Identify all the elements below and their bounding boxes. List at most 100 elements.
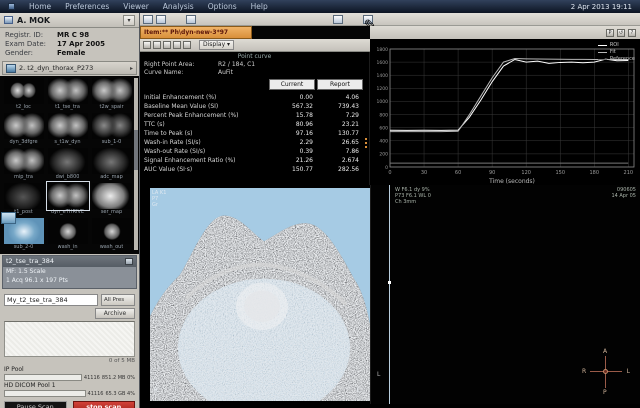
thumbnail-caption: sub_2-0 <box>14 244 34 251</box>
legend-entry: Reference <box>598 56 635 63</box>
thumbnail-cell[interactable]: t2w_spair <box>91 78 132 112</box>
thumbnail-caption: sub_1-0 <box>102 139 122 146</box>
pointer-icon[interactable] <box>143 41 151 49</box>
grid-icon[interactable] <box>125 258 133 265</box>
series-thumbnail-image[interactable] <box>92 218 132 244</box>
pan-icon[interactable] <box>173 41 181 49</box>
thumbnail-cell[interactable]: dyn_eTHRIVE <box>47 183 88 217</box>
series-thumbnail-image[interactable] <box>48 148 88 174</box>
localizer-viewport[interactable]: W F6.1 dy 9%P73 F6.1 WL 0Ch 3mm 09060514… <box>370 185 640 404</box>
save-icon[interactable] <box>186 15 196 24</box>
thumbnail-cell[interactable]: wash_in <box>47 218 88 252</box>
edit-icon[interactable]: ✎ <box>363 15 373 24</box>
archive-button[interactable]: Archive <box>95 308 135 319</box>
menu-item[interactable]: Preferences <box>65 2 109 11</box>
series-thumbnail-image[interactable] <box>4 78 44 104</box>
patient-name: A. MOK <box>17 16 50 25</box>
mri-slice-image <box>150 188 370 401</box>
svg-text:1200: 1200 <box>377 86 389 92</box>
menu-item[interactable]: Analysis <box>163 2 194 11</box>
thumbnail-cell[interactable]: ser_map <box>91 183 132 217</box>
menu-item[interactable]: Help <box>251 2 268 11</box>
metrics-header-label: Curve Name: <box>144 69 218 77</box>
preset-dropdown[interactable]: All Pres <box>101 294 135 306</box>
thumbnail-cell[interactable]: wash_out <box>91 218 132 252</box>
thumbnail-cell[interactable]: dwi_b800 <box>47 148 88 182</box>
thumbnail-cell[interactable]: sub_2-0 <box>3 218 44 252</box>
series-thumbnail-image[interactable] <box>48 183 88 209</box>
thumbnail-caption: wash_out <box>100 244 124 251</box>
compass-right: R <box>582 368 586 375</box>
menu-item[interactable]: Viewer <box>123 2 149 11</box>
thumbnail-caption: t1_tse_tra <box>55 104 80 111</box>
svg-text:120: 120 <box>521 170 531 176</box>
series-thumbnail-image[interactable] <box>48 113 88 139</box>
metric-report-value: 7.86 <box>319 147 365 156</box>
worklist-box[interactable] <box>4 321 135 357</box>
series-info-header: t2_tse_tra_384 <box>3 256 136 267</box>
roi-icon[interactable] <box>153 41 161 49</box>
table-row: TTC (s) 80.96 23.21 <box>140 120 369 129</box>
series-thumbnail-image[interactable] <box>92 183 132 209</box>
series-thumbnail-image[interactable] <box>4 148 44 174</box>
refresh-icon[interactable]: ↺ <box>617 29 625 37</box>
metric-current-value: 97.16 <box>273 129 319 138</box>
localizer-line[interactable] <box>389 185 390 404</box>
thumbnail-cell[interactable]: s_t1w_dyn <box>47 113 88 147</box>
thumbnail-grid: t2_loc t1_tse_tra t2w_spair dyn_ <box>3 78 132 252</box>
thumbnail-caption: dwi_b800 <box>56 174 80 181</box>
series-thumbnail-image[interactable] <box>4 183 44 209</box>
thumbnail-cell[interactable]: sub_1-0 <box>91 113 132 147</box>
series-info-title: t2_tse_tra_384 <box>6 256 54 267</box>
thumbnail-cell[interactable]: t1_tse_tra <box>47 78 88 112</box>
thumbnail-scrollbar[interactable] <box>134 78 138 250</box>
series-info-line2: 1 Acq 96.1 x 197 Pts <box>3 276 136 285</box>
zoom-icon[interactable] <box>163 41 171 49</box>
pin-icon[interactable]: P <box>606 29 614 37</box>
mri-image-viewport[interactable]: LA K1P7Gr R L <box>150 188 370 401</box>
metrics-header-value: R2 / 184, C1 <box>218 61 255 69</box>
display-dropdown[interactable]: Display ▾ <box>199 40 234 50</box>
thumbnail-caption: t2_loc <box>16 104 31 111</box>
table-row: Percent Peak Enhancement (%) 15.78 7.29 <box>140 111 369 120</box>
thumbnail-cell[interactable]: t2_loc <box>3 78 44 112</box>
thumbnail-cell[interactable]: adc_map <box>91 148 132 182</box>
menu-item[interactable]: Options <box>208 2 237 11</box>
series-thumbnail-image[interactable] <box>48 78 88 104</box>
printer-icon[interactable] <box>333 15 343 24</box>
series-thumbnail-image[interactable] <box>48 218 88 244</box>
thumbnail-cell[interactable]: dyn_3dfgre <box>3 113 44 147</box>
scrollbar-thumb[interactable] <box>134 130 138 170</box>
marker-icon[interactable] <box>183 41 191 49</box>
series-thumbnail-image[interactable] <box>4 218 44 244</box>
svg-text:1800: 1800 <box>377 47 389 53</box>
metric-label: AUC Value (SI·s) <box>144 165 273 174</box>
legend-label: Reference <box>610 56 635 63</box>
help-icon[interactable]: ? <box>628 29 636 37</box>
series-thumbnail-image[interactable] <box>92 78 132 104</box>
patient-options-button[interactable]: ▾ <box>123 15 135 26</box>
localizer-handle[interactable] <box>388 281 391 284</box>
info-label: Registr. ID: <box>5 31 57 40</box>
series-thumbnail-image[interactable] <box>92 113 132 139</box>
import-icon[interactable] <box>143 15 153 24</box>
metric-label: Wash-out Rate (SI/s) <box>144 147 273 156</box>
pause-scan-button[interactable]: Pause Scan <box>4 401 67 408</box>
menu-item[interactable]: Home <box>29 2 51 11</box>
series-dropdown[interactable]: 2. t2_dyn_thorax_P273 ▸ <box>2 61 137 75</box>
folder-icon[interactable] <box>156 15 166 24</box>
svg-text:400: 400 <box>379 139 388 145</box>
application-window: Home Preferences Viewer Analysis Options Help… <box>0 0 640 408</box>
info-value: 17 Apr 2005 <box>57 40 105 49</box>
series-thumbnail-image[interactable] <box>92 148 132 174</box>
stop-scan-button[interactable]: stop scan <box>73 401 136 408</box>
metrics-title: Point curve <box>140 52 369 61</box>
series-name-input[interactable] <box>4 294 98 306</box>
pool-progress-bar <box>4 374 82 381</box>
table-row: Wash-out Rate (SI/s) 0.39 7.86 <box>140 147 369 156</box>
thumbnail-cell[interactable]: mip_tra <box>3 148 44 182</box>
metrics-header-label: Right Point Area: <box>144 61 218 69</box>
dynamic-series-tab[interactable]: Item:** Ph\dyn-new-3*97 <box>140 26 252 39</box>
metric-current-value: 0.39 <box>273 147 319 156</box>
series-thumbnail-image[interactable] <box>4 113 44 139</box>
